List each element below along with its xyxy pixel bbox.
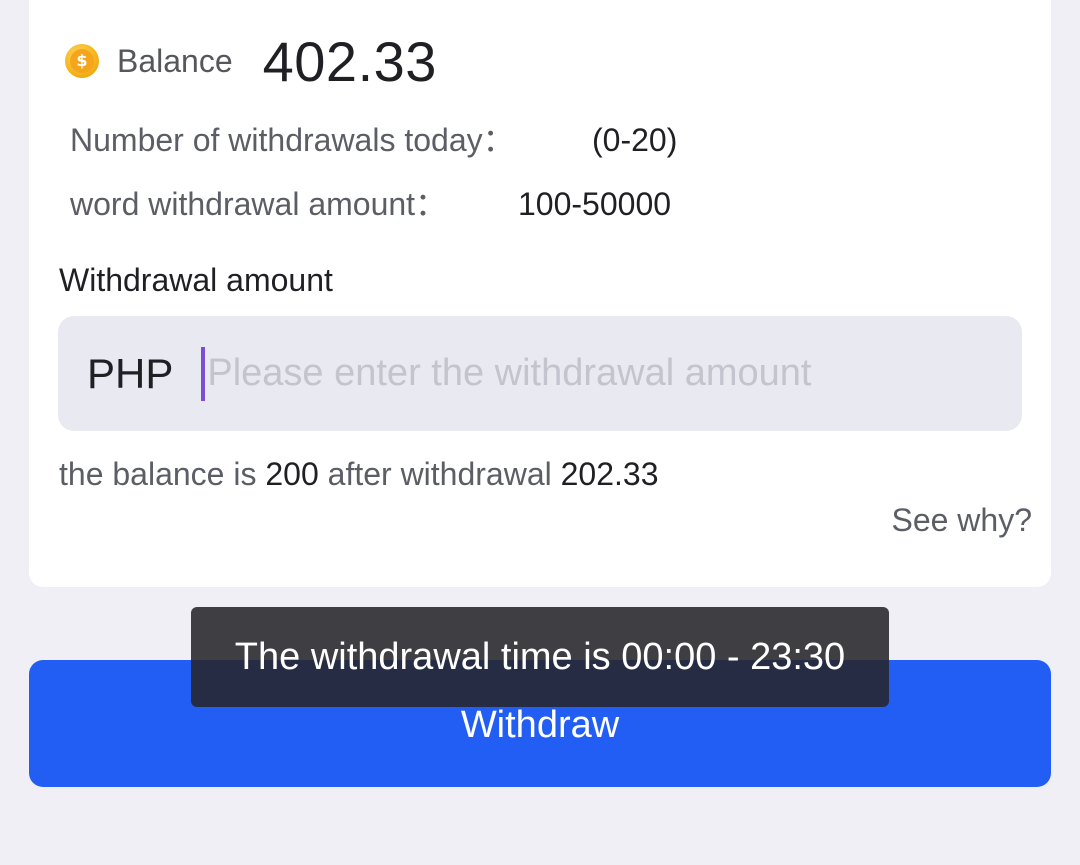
amount-input-box[interactable]: PHP (58, 316, 1022, 431)
see-why-link[interactable]: See why? (891, 498, 1032, 542)
balance-after-withdrawal: the balance is 200 after withdrawal 202.… (59, 452, 659, 496)
balance-row: $ Balance 402.33 (65, 29, 437, 93)
currency-label: PHP (87, 349, 174, 397)
text-cursor (201, 346, 206, 401)
after-prefix: the balance is (59, 456, 266, 492)
withdrawal-amount-limit-value: 100-50000 (518, 186, 672, 222)
coin-icon: $ (65, 44, 99, 78)
withdrawal-time-toast: The withdrawal time is 00:00 - 23:30 (191, 607, 889, 707)
remaining-balance: 200 (265, 456, 319, 492)
withdrawal-amount-limit-label: word withdrawal amount： (70, 186, 448, 222)
balance-label: Balance (117, 42, 233, 79)
withdrawal-amount-input[interactable] (207, 352, 908, 395)
withdraw-page: $ Balance 402.33 Number of withdrawals t… (0, 0, 1080, 865)
after-middle: after withdrawal (318, 456, 561, 492)
balance-value: 402.33 (262, 29, 437, 93)
withdrawable-amount: 202.33 (560, 456, 659, 492)
coin-symbol: $ (70, 49, 94, 73)
withdrawal-amount-limit-row: word withdrawal amount： 100-50000 (70, 182, 671, 226)
withdrawal-amount-title: Withdrawal amount (59, 262, 333, 298)
withdrawal-count-row: Number of withdrawals today： (0-20) (70, 118, 677, 162)
withdrawal-count-label: Number of withdrawals today： (70, 122, 515, 158)
withdrawal-count-value: (0-20) (592, 122, 678, 158)
